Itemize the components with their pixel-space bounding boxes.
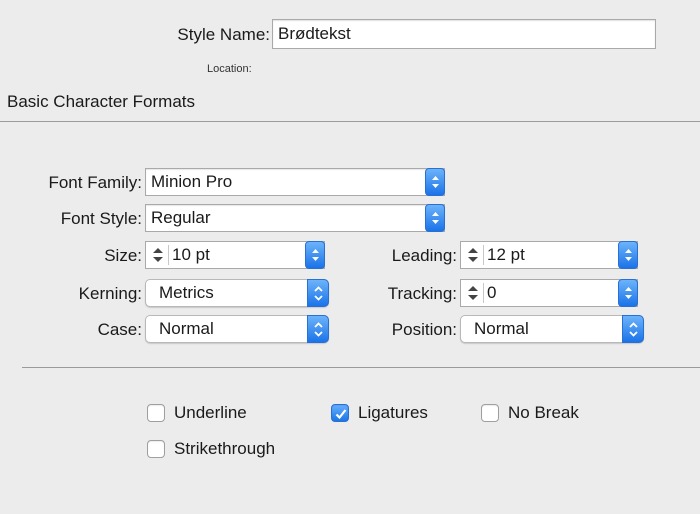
tracking-value: 0	[487, 283, 497, 302]
leading-value: 12 pt	[487, 245, 525, 264]
ligatures-checkbox-row[interactable]: Ligatures	[331, 402, 461, 424]
kerning-dropdown-button[interactable]	[307, 279, 329, 307]
font-family-value: Minion Pro	[151, 172, 233, 191]
strikethrough-checkbox-row[interactable]: Strikethrough	[147, 438, 317, 460]
ligatures-label: Ligatures	[358, 403, 428, 422]
updown-arrow-icon	[432, 212, 439, 224]
leading-field[interactable]: 12 pt	[460, 241, 638, 269]
section-divider	[0, 121, 700, 122]
style-name-label: Style Name:	[177, 25, 270, 44]
stepper-separator	[168, 245, 169, 265]
kerning-label: Kerning:	[78, 284, 142, 303]
case-value: Normal	[159, 319, 214, 338]
position-dropdown-button[interactable]	[622, 315, 644, 343]
font-style-value: Regular	[151, 208, 211, 227]
stepper-icon[interactable]	[463, 283, 483, 303]
font-style-dropdown-button[interactable]	[425, 204, 445, 232]
stepper-separator	[483, 245, 484, 265]
leading-label: Leading:	[391, 246, 457, 265]
kerning-select[interactable]: Metrics	[145, 279, 329, 307]
underline-checkbox[interactable]	[147, 404, 165, 422]
position-label: Position:	[391, 320, 457, 339]
updown-arrow-icon	[625, 287, 632, 299]
size-value: 10 pt	[172, 245, 210, 264]
nobreak-checkbox[interactable]	[481, 404, 499, 422]
tracking-field[interactable]: 0	[460, 279, 638, 307]
underline-checkbox-row[interactable]: Underline	[147, 402, 277, 424]
case-label: Case:	[97, 320, 142, 339]
nobreak-label: No Break	[508, 403, 579, 422]
tracking-label: Tracking:	[387, 284, 457, 303]
font-family-dropdown-button[interactable]	[425, 168, 445, 196]
font-family-combo[interactable]: Minion Pro	[145, 168, 445, 196]
style-name-input[interactable]: Brødtekst	[272, 19, 656, 49]
updown-arrow-icon	[432, 176, 439, 188]
tracking-dropdown-button[interactable]	[618, 279, 638, 307]
size-field[interactable]: 10 pt	[145, 241, 325, 269]
font-style-combo[interactable]: Regular	[145, 204, 445, 232]
underline-label: Underline	[174, 403, 247, 422]
updown-arrow-icon	[312, 249, 319, 261]
stepper-icon[interactable]	[463, 245, 483, 265]
checkmark-icon	[335, 409, 347, 420]
stepper-separator	[483, 283, 484, 303]
kerning-value: Metrics	[159, 283, 214, 302]
section-title: Basic Character Formats	[7, 92, 195, 111]
options-divider	[22, 367, 700, 368]
position-select[interactable]: Normal	[460, 315, 644, 343]
position-value: Normal	[474, 319, 529, 338]
chevron-updown-icon	[314, 286, 323, 301]
size-label: Size:	[104, 246, 142, 265]
stepper-icon[interactable]	[148, 245, 168, 265]
ligatures-checkbox[interactable]	[331, 404, 349, 422]
strikethrough-label: Strikethrough	[174, 439, 276, 458]
location-label: Location:	[207, 63, 252, 75]
size-dropdown-button[interactable]	[305, 241, 325, 269]
chevron-updown-icon	[629, 322, 638, 337]
font-style-label: Font Style:	[60, 209, 142, 228]
chevron-updown-icon	[314, 322, 323, 337]
nobreak-checkbox-row[interactable]: No Break	[481, 402, 611, 424]
case-dropdown-button[interactable]	[307, 315, 329, 343]
strikethrough-checkbox[interactable]	[147, 440, 165, 458]
updown-arrow-icon	[625, 249, 632, 261]
leading-dropdown-button[interactable]	[618, 241, 638, 269]
case-select[interactable]: Normal	[145, 315, 329, 343]
font-family-label: Font Family:	[48, 173, 142, 192]
